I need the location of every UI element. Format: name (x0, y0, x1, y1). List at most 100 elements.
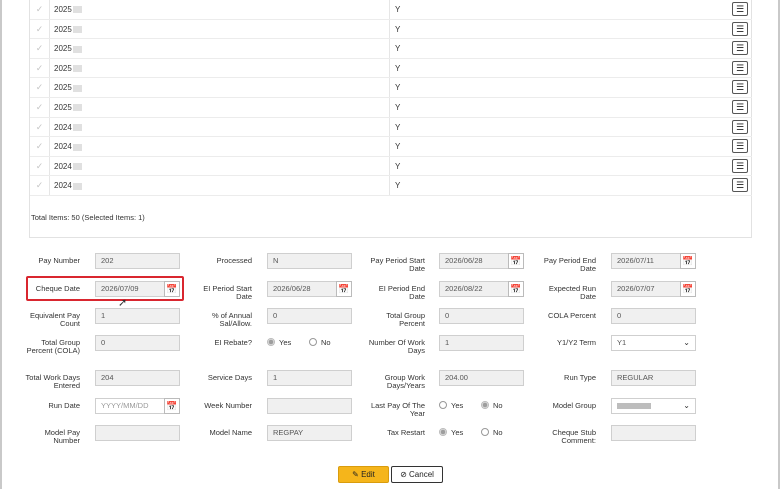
calendar-icon[interactable]: 📅 (508, 281, 524, 297)
pay-year-cell: 2025 (54, 98, 82, 117)
pay-year-text: 2025 (54, 63, 72, 73)
cheque-stub-comment-field[interactable] (611, 425, 696, 441)
radio-dot (481, 401, 489, 409)
ei-period-end-field[interactable]: 2026/08/22 (439, 281, 509, 297)
row-menu-icon[interactable]: ☰ (732, 41, 748, 56)
flag-cell: Y (395, 122, 401, 132)
cancel-button[interactable]: ⊘ Cancel (391, 466, 443, 483)
tax-restart-no-radio[interactable]: No (481, 428, 503, 438)
tax-restart-yes-radio[interactable]: Yes (439, 428, 463, 438)
run-date-label: Run Date (48, 401, 80, 410)
pay-year-cell: 2024 (54, 176, 82, 195)
redacted-digits (72, 84, 82, 92)
week-number-field[interactable] (267, 398, 352, 414)
row-menu-icon[interactable]: ☰ (732, 139, 748, 154)
run-date-field[interactable]: YYYY/MM/DD (95, 398, 165, 414)
table-row[interactable]: ✓ 2025 Y ☰ (30, 39, 752, 59)
number-of-work-days-field[interactable]: 1 (439, 335, 524, 351)
cola-percent-field[interactable]: 0 (611, 308, 696, 324)
column-divider (389, 0, 390, 19)
last-pay-no-radio[interactable]: No (481, 401, 503, 411)
ei-period-start-field[interactable]: 2026/06/28 (267, 281, 337, 297)
table-row[interactable]: ✓ 2024 Y ☰ (30, 176, 752, 196)
table-row[interactable]: ✓ 2025 Y ☰ (30, 98, 752, 118)
model-pay-number-field[interactable] (95, 425, 180, 441)
ei-rebate-yes-radio[interactable]: Yes (267, 338, 291, 348)
table-row[interactable]: ✓ 2024 Y ☰ (30, 156, 752, 177)
pay-year-cell: 2025 (54, 0, 82, 19)
table-row[interactable]: ✓ 2025 Y ☰ (30, 58, 752, 79)
table-row[interactable]: ✓ 2025 Y ☰ (30, 78, 752, 98)
row-menu-icon[interactable]: ☰ (732, 178, 748, 193)
flag-cell: Y (395, 161, 401, 171)
total-group-percent-cola-field[interactable]: 0 (95, 335, 180, 351)
expected-run-date-field[interactable]: 2026/07/07 (611, 281, 681, 297)
calendar-icon[interactable]: 📅 (336, 281, 352, 297)
pay-period-start-field[interactable]: 2026/06/28 (439, 253, 509, 269)
column-divider (389, 137, 390, 156)
check-icon[interactable]: ✓ (30, 137, 50, 156)
total-work-days-entered-field[interactable]: 204 (95, 370, 180, 386)
table-row[interactable]: ✓ 2025 Y ☰ (30, 0, 752, 20)
last-pay-yes-radio[interactable]: Yes (439, 401, 463, 411)
row-menu-icon[interactable]: ☰ (732, 21, 748, 36)
check-icon[interactable]: ✓ (30, 39, 50, 58)
processed-field[interactable]: N (267, 253, 352, 269)
cancel-icon: ⊘ (400, 470, 407, 479)
redacted-digits (72, 45, 82, 53)
pct-annual-field[interactable]: 0 (267, 308, 352, 324)
table-row[interactable]: ✓ 2024 Y ☰ (30, 137, 752, 157)
check-icon[interactable]: ✓ (30, 156, 50, 176)
y1y2-term-select[interactable]: Y1 ⌄ (611, 335, 696, 351)
pay-year-text: 2025 (54, 83, 72, 93)
column-divider (389, 78, 390, 97)
edit-button[interactable]: ✎ Edit (338, 466, 389, 483)
calendar-icon[interactable]: 📅 (164, 398, 180, 414)
run-type-field[interactable]: REGULAR (611, 370, 696, 386)
row-menu-icon[interactable]: ☰ (732, 100, 748, 114)
column-divider (389, 39, 390, 58)
radio-dot (309, 338, 317, 346)
total-group-percent-label: Total Group Percent (386, 311, 425, 328)
check-icon[interactable]: ✓ (30, 78, 50, 97)
pay-number-field[interactable]: 202 (95, 253, 180, 269)
redacted-digits (72, 104, 82, 112)
service-days-field[interactable]: 1 (267, 370, 352, 386)
y1y2-term-value: Y1 (617, 338, 627, 347)
week-number-label: Week Number (204, 401, 252, 410)
group-work-days-field[interactable]: 204.00 (439, 370, 524, 386)
pay-period-end-field[interactable]: 2026/07/11 (611, 253, 681, 269)
radio-dot (439, 401, 447, 409)
model-group-select[interactable]: ⌄ (611, 398, 696, 414)
pay-year-text: 2025 (54, 5, 72, 14)
ei-rebate-no-label: No (321, 338, 331, 347)
chevron-down-icon: ⌄ (683, 401, 690, 410)
cheque-date-highlight (26, 276, 184, 301)
row-menu-icon[interactable]: ☰ (732, 158, 748, 173)
ei-period-start-label: EI Period Start Date (203, 284, 252, 301)
table-row[interactable]: ✓ 2025 Y ☰ (30, 19, 752, 40)
check-icon[interactable]: ✓ (30, 0, 50, 19)
check-icon[interactable]: ✓ (30, 19, 50, 39)
equivalent-pay-count-field[interactable]: 1 (95, 308, 180, 324)
redacted-digits (72, 163, 82, 171)
row-menu-icon[interactable]: ☰ (732, 80, 748, 95)
model-group-label: Model Group (552, 401, 596, 410)
check-icon[interactable]: ✓ (30, 176, 50, 195)
check-icon[interactable]: ✓ (30, 117, 50, 137)
calendar-icon[interactable]: 📅 (680, 281, 696, 297)
number-of-work-days-label: Number Of Work Days (368, 338, 425, 355)
row-menu-icon[interactable]: ☰ (732, 60, 748, 75)
check-icon[interactable]: ✓ (30, 58, 50, 78)
table-row[interactable]: ✓ 2024 Y ☰ (30, 117, 752, 138)
radio-dot (267, 338, 275, 346)
ei-rebate-no-radio[interactable]: No (309, 338, 331, 348)
grid-totals: Total Items: 50 (Selected Items: 1) (31, 213, 145, 222)
calendar-icon[interactable]: 📅 (508, 253, 524, 269)
total-group-percent-field[interactable]: 0 (439, 308, 524, 324)
row-menu-icon[interactable]: ☰ (732, 119, 748, 134)
model-name-field[interactable]: REGPAY (267, 425, 352, 441)
check-icon[interactable]: ✓ (30, 98, 50, 117)
calendar-icon[interactable]: 📅 (680, 253, 696, 269)
row-menu-icon[interactable]: ☰ (732, 2, 748, 16)
